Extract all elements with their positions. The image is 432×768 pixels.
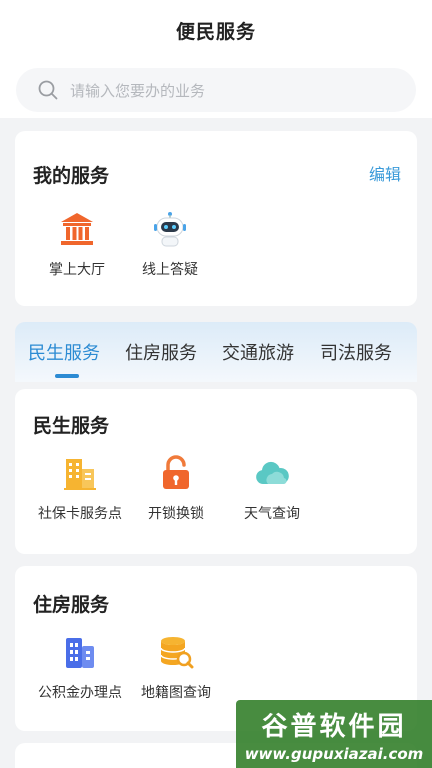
online-qa-button[interactable]: 线上答疑 <box>122 211 218 279</box>
unlock-icon <box>163 455 189 489</box>
service-label: 线上答疑 <box>142 262 198 278</box>
top-bar: 便民服务 <box>0 0 432 60</box>
tab-judicial[interactable]: 司法服务 <box>320 339 392 365</box>
search-icon <box>38 80 58 100</box>
housing-title: 住房服务 <box>33 594 110 616</box>
search-bar: 请输入您要办的业务 <box>0 60 432 118</box>
cadastral-map-query-button[interactable]: 地籍图查询 <box>128 634 224 702</box>
service-label: 公积金办理点 <box>38 685 122 701</box>
watermark-title: 谷普软件园 <box>261 712 407 742</box>
service-label: 地籍图查询 <box>141 685 211 701</box>
service-label: 天气查询 <box>244 506 300 522</box>
building-icon <box>64 459 96 490</box>
provident-fund-button[interactable]: 公积金办理点 <box>32 634 128 702</box>
weather-query-button[interactable]: 天气查询 <box>224 455 320 523</box>
livelihood-services-card: 民生服务 社保卡服务点 开锁换锁 天气查询 <box>15 389 417 554</box>
search-placeholder: 请输入您要办的业务 <box>70 81 206 100</box>
category-tabs: 民生服务 住房服务 交通旅游 司法服务 <box>15 322 417 382</box>
page-title: 便民服务 <box>175 20 256 43</box>
robot-assistant-icon <box>154 212 186 247</box>
service-label: 开锁换锁 <box>148 506 204 522</box>
database-search-icon <box>160 637 194 669</box>
search-input[interactable]: 请输入您要办的业务 <box>16 68 416 112</box>
office-building-icon <box>66 638 94 668</box>
site-watermark: 谷普软件园 www.gupuxiazai.com <box>236 700 432 768</box>
service-label: 社保卡服务点 <box>38 506 122 522</box>
government-hall-icon <box>61 213 93 245</box>
active-tab-indicator <box>55 374 79 378</box>
cloud-icon <box>256 461 289 485</box>
tab-livelihood[interactable]: 民生服务 <box>28 339 100 365</box>
livelihood-title: 民生服务 <box>33 415 110 437</box>
tab-transport-travel[interactable]: 交通旅游 <box>222 339 294 365</box>
unlock-service-button[interactable]: 开锁换锁 <box>128 455 224 523</box>
service-label: 掌上大厅 <box>49 262 105 278</box>
my-services-title: 我的服务 <box>33 165 110 187</box>
tab-housing[interactable]: 住房服务 <box>125 339 197 365</box>
watermark-url: www.gupuxiazai.com <box>244 745 424 763</box>
my-services-card: 我的服务 编辑 掌上大厅 线上答疑 <box>15 131 417 306</box>
social-security-card-button[interactable]: 社保卡服务点 <box>32 455 128 523</box>
edit-button[interactable]: 编辑 <box>369 161 401 185</box>
service-hall-button[interactable]: 掌上大厅 <box>29 211 125 279</box>
